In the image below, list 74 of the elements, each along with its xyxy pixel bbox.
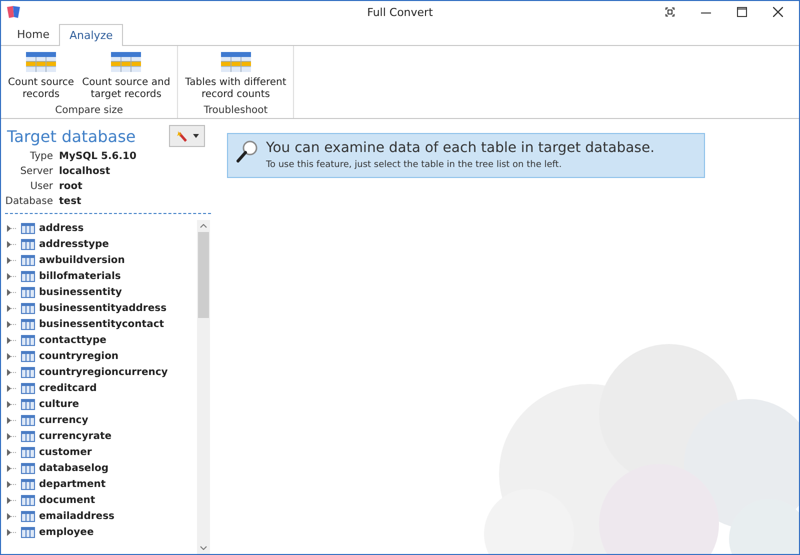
tree-item[interactable]: businessentityaddress [7, 300, 197, 316]
group-label: Troubleshoot [204, 105, 268, 118]
tree-item[interactable]: awbuildversion [7, 252, 197, 268]
table-icon [21, 254, 35, 266]
property-value: localhost [59, 166, 112, 177]
tree-item[interactable]: businessentitycontact [7, 316, 197, 332]
ribbon-button[interactable]: Tables with different record counts [181, 46, 290, 105]
tree-item[interactable]: contacttype [7, 332, 197, 348]
scrollbar-thumb[interactable] [198, 232, 209, 318]
table-icon [21, 222, 35, 234]
tree-item[interactable]: addresstype [7, 236, 197, 252]
tools-dropdown-button[interactable] [169, 125, 205, 147]
property-label: Server [19, 166, 53, 177]
maximize-icon[interactable] [737, 7, 747, 17]
fullscreen-icon[interactable] [665, 7, 675, 17]
tree-item[interactable]: databaselog [7, 460, 197, 476]
panel-title: Target database [7, 126, 136, 146]
table-icon [21, 350, 35, 362]
table-icon [21, 414, 35, 426]
scroll-up-icon[interactable] [200, 224, 207, 228]
tree-item[interactable]: currencyrate [7, 428, 197, 444]
table-icon [21, 318, 35, 330]
search-icon [236, 140, 258, 164]
table-icon [21, 510, 35, 522]
property-label: User [29, 181, 53, 192]
scroll-down-icon[interactable] [200, 546, 207, 550]
scrollbar[interactable] [197, 220, 210, 554]
table-icon [21, 366, 35, 378]
info-heading: You can examine data of each table in target database. [266, 140, 655, 156]
info-text: To use this feature, just select the table in the tree list on the left. [266, 160, 563, 170]
ribbon-button[interactable]: Count source records [4, 46, 78, 105]
property-label: Type [29, 151, 53, 162]
tree-item[interactable]: document [7, 492, 197, 508]
magic-wand-icon [176, 130, 188, 142]
property-value: test [59, 196, 82, 207]
tree-item[interactable]: businessentity [7, 284, 197, 300]
table-icon [26, 52, 56, 72]
table-icon [21, 494, 35, 506]
caret-icon [192, 134, 198, 138]
table-icon [21, 270, 35, 282]
table-icon [21, 526, 35, 538]
ribbon-tab[interactable]: Analyze [59, 24, 123, 46]
table-icon [21, 446, 35, 458]
tree-item[interactable]: address [7, 220, 197, 236]
tree-item[interactable]: culture [7, 396, 197, 412]
table-icon [21, 382, 35, 394]
table-icon [111, 52, 142, 72]
tree-item[interactable]: customer [7, 444, 197, 460]
ribbon-tab[interactable]: Home [7, 23, 60, 45]
window-title: Full Convert [367, 6, 433, 18]
group-label: Compare size [55, 105, 124, 118]
tree-item[interactable]: emailaddress [7, 508, 197, 524]
table-icon [21, 238, 35, 250]
app-logo-icon [6, 5, 22, 19]
table-icon [21, 334, 35, 346]
close-icon[interactable] [773, 7, 783, 17]
tree-item[interactable]: countryregion [7, 348, 197, 364]
table-icon [21, 478, 35, 490]
property-label: Database [4, 196, 53, 207]
table-icon [21, 286, 35, 298]
table-icon [21, 398, 35, 410]
property-value: MySQL 5.6.10 [59, 151, 138, 162]
tree-item[interactable]: employee [7, 524, 197, 540]
table-icon [220, 52, 251, 72]
tree-item[interactable]: billofmaterials [7, 268, 197, 284]
ribbon-button[interactable]: Count source and target records [78, 46, 174, 105]
tree-item[interactable]: currency [7, 412, 197, 428]
table-icon [21, 302, 35, 314]
property-value: root [59, 181, 84, 192]
tree-item[interactable]: creditcard [7, 380, 197, 396]
tree-item[interactable]: department [7, 476, 197, 492]
tree-item[interactable]: countryregioncurrency [7, 364, 197, 380]
table-icon [21, 462, 35, 474]
table-icon [21, 430, 35, 442]
